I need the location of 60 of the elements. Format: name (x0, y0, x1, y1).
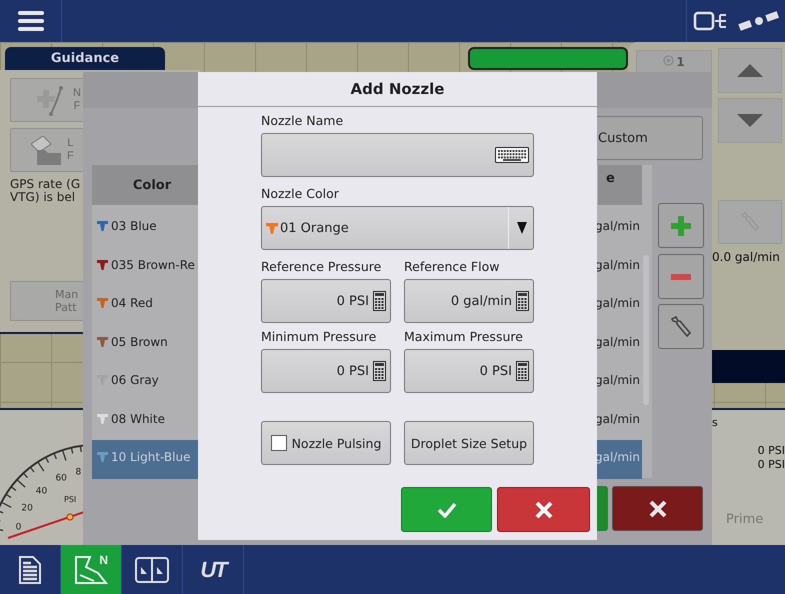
gps-rate-warning: GPS rate (G VTG) is bel (10, 178, 80, 204)
cancel-button[interactable] (497, 487, 590, 532)
field-label: Nozzle Color (261, 186, 340, 202)
pressure-gauge: 60 8 40 20 0 PSI (0, 410, 83, 545)
nozzle-name: 08 White (111, 412, 165, 426)
checkmark-icon (436, 502, 456, 518)
field-label: Reference Flow (404, 259, 500, 275)
down-triangle-icon (737, 114, 763, 127)
cancel-button[interactable] (612, 486, 703, 531)
add-button[interactable] (658, 203, 704, 248)
document-icon (19, 556, 41, 584)
folder-icon (31, 136, 61, 164)
app-tab[interactable]: UT (183, 545, 244, 594)
minus-icon (671, 274, 691, 280)
field-label: Minimum Pressure (261, 329, 378, 345)
checkbox[interactable] (270, 435, 287, 451)
nozzle-name: 04 Red (111, 296, 153, 310)
settings-button[interactable] (658, 304, 704, 349)
field-label: Maximum Pressure (404, 329, 524, 345)
nozzle-name: 06 Gray (111, 373, 159, 387)
nozzle-name: 035 Brown-Re (111, 258, 195, 272)
pressure-reading: 0 PSI (758, 458, 785, 471)
dropdown-caret-icon (517, 222, 527, 234)
nozzle-color-dropdown[interactable]: 01 Orange (261, 206, 534, 250)
close-icon (534, 500, 552, 518)
droplet-size-setup-button[interactable]: Droplet Size Setup (404, 421, 534, 465)
field-label: Nozzle Name (261, 113, 344, 129)
scroll-down-button[interactable] (718, 98, 782, 143)
calculator-icon (373, 361, 386, 381)
menu-icon (18, 11, 44, 31)
calculator-icon (373, 291, 386, 311)
flow-reading: 0.0 gal/min (712, 250, 780, 264)
pressure-reading: 0 PSI (758, 444, 785, 457)
target-icon (663, 55, 674, 66)
wrench-icon (669, 314, 693, 338)
calculator-icon (516, 361, 529, 381)
nozzle-name: 03 Blue (111, 219, 157, 233)
keyboard-icon (495, 147, 529, 163)
confirm-button[interactable] (401, 487, 492, 532)
calculator-icon (516, 291, 529, 311)
nozzle-name-field[interactable] (261, 133, 534, 177)
nozzle-name: 10 Light-Blue (111, 450, 190, 464)
nozzle-pulsing-checkbox[interactable]: Nozzle Pulsing (261, 421, 391, 465)
scroll-up-button[interactable] (718, 48, 782, 93)
dialog-title: Add Nozzle (198, 72, 597, 107)
guidance-tab[interactable]: Guidance (5, 47, 165, 70)
number-field[interactable]: 0 PSI (261, 279, 391, 323)
satellite-icon[interactable] (737, 10, 781, 32)
field-label: Reference Pressure (261, 259, 382, 275)
number-field[interactable]: 0 gal/min (404, 279, 534, 323)
close-icon (648, 500, 666, 518)
plus-icon (671, 216, 691, 236)
column-header: e (598, 165, 642, 205)
label-fragment: s (712, 416, 718, 429)
remove-button[interactable] (658, 254, 704, 299)
up-triangle-icon (737, 64, 763, 77)
number-field[interactable]: 0 PSI (261, 349, 391, 393)
nozzle-name: 05 Brown (111, 334, 168, 348)
split-view-icon (135, 556, 169, 582)
number-field[interactable]: 0 PSI (404, 349, 534, 393)
